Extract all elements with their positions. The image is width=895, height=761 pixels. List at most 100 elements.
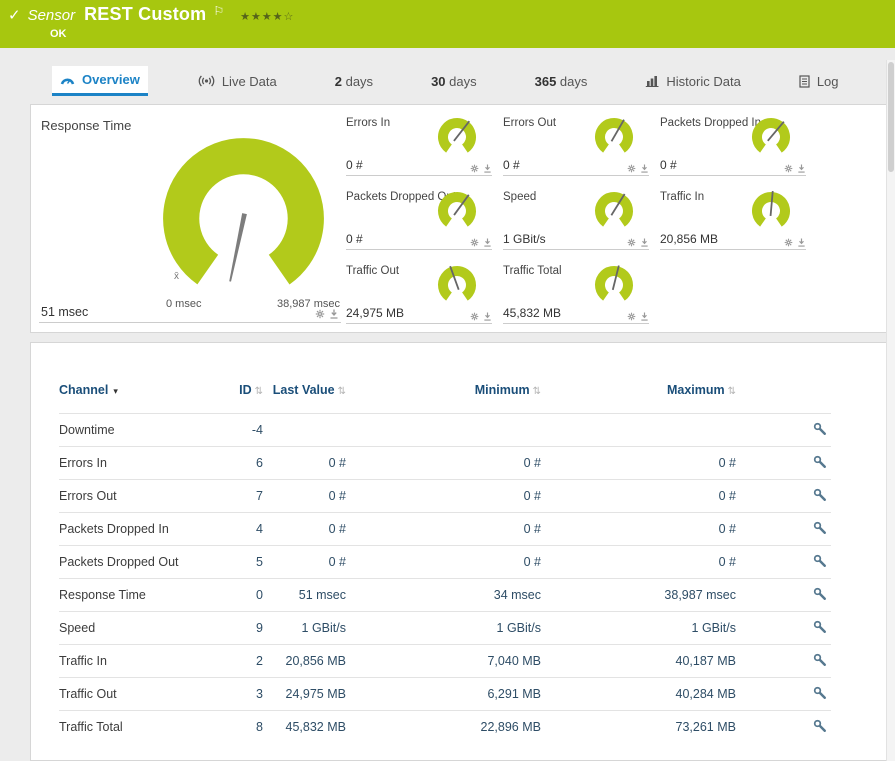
gear-icon[interactable] bbox=[784, 164, 793, 173]
column-header-maximum[interactable]: Maximum⇅ bbox=[541, 383, 736, 414]
channel-name[interactable]: Traffic Out bbox=[59, 678, 209, 711]
channel-actions-cell[interactable] bbox=[736, 447, 831, 480]
channel-settings-icon[interactable] bbox=[813, 719, 827, 733]
column-header-channel[interactable]: Channel▾ bbox=[59, 383, 209, 414]
sort-icon[interactable]: ⇅ bbox=[728, 386, 736, 397]
download-icon[interactable] bbox=[797, 164, 806, 173]
channel-maximum: 0 # bbox=[541, 447, 736, 480]
table-row[interactable]: Packets Dropped Out50 #0 #0 # bbox=[59, 546, 831, 579]
live-data-icon bbox=[198, 75, 215, 87]
column-header-minimum[interactable]: Minimum⇅ bbox=[346, 383, 541, 414]
sort-icon[interactable]: ⇅ bbox=[255, 386, 263, 397]
sort-icon[interactable]: ⇅ bbox=[338, 386, 346, 397]
channel-actions-cell[interactable] bbox=[736, 513, 831, 546]
gear-icon[interactable] bbox=[627, 164, 636, 173]
vertical-scrollbar[interactable] bbox=[886, 60, 895, 761]
channel-settings-icon[interactable] bbox=[813, 488, 827, 502]
channel-id: 0 bbox=[209, 579, 263, 612]
gauge-value: 45,832 MB bbox=[503, 306, 561, 320]
download-icon[interactable] bbox=[640, 164, 649, 173]
sort-icon[interactable]: ⇅ bbox=[533, 386, 541, 397]
tile-action-icons bbox=[470, 238, 492, 247]
tab-30-days[interactable]: 30 days bbox=[423, 66, 485, 96]
download-icon[interactable] bbox=[797, 238, 806, 247]
flag-icon[interactable]: ⚐ bbox=[213, 4, 224, 18]
channel-last-value: 20,856 MB bbox=[263, 645, 346, 678]
download-icon[interactable] bbox=[640, 238, 649, 247]
channel-settings-icon[interactable] bbox=[813, 554, 827, 568]
channel-name[interactable]: Traffic In bbox=[59, 645, 209, 678]
table-row[interactable]: Downtime-4 bbox=[59, 414, 831, 447]
channel-minimum: 22,896 MB bbox=[346, 711, 541, 744]
scrollbar-thumb[interactable] bbox=[888, 62, 894, 172]
gear-icon[interactable] bbox=[470, 312, 479, 321]
gear-icon[interactable] bbox=[470, 238, 479, 247]
table-row[interactable]: Response Time051 msec34 msec38,987 msec bbox=[59, 579, 831, 612]
tab-2-days[interactable]: 2 days bbox=[327, 66, 381, 96]
download-icon[interactable] bbox=[483, 164, 492, 173]
channel-actions-cell[interactable] bbox=[736, 678, 831, 711]
gauge bbox=[434, 262, 480, 313]
gear-icon[interactable] bbox=[784, 238, 793, 247]
table-row[interactable]: Errors Out70 #0 #0 # bbox=[59, 480, 831, 513]
gear-icon[interactable] bbox=[627, 312, 636, 321]
gear-icon[interactable] bbox=[315, 309, 325, 319]
tab-log[interactable]: Log bbox=[791, 66, 847, 96]
tab-historic-data[interactable]: Historic Data bbox=[637, 66, 748, 96]
channel-actions-cell[interactable] bbox=[736, 711, 831, 744]
channel-settings-icon[interactable] bbox=[813, 455, 827, 469]
channel-settings-icon[interactable] bbox=[813, 422, 827, 436]
gauge-min-label: 0 msec bbox=[166, 298, 201, 310]
channel-name[interactable]: Response Time bbox=[59, 579, 209, 612]
table-row[interactable]: Traffic Out324,975 MB6,291 MB40,284 MB bbox=[59, 678, 831, 711]
gauge-tile: Traffic Total45,832 MB bbox=[503, 259, 649, 324]
download-icon[interactable] bbox=[640, 312, 649, 321]
table-row[interactable]: Errors In60 #0 #0 # bbox=[59, 447, 831, 480]
channel-settings-icon[interactable] bbox=[813, 587, 827, 601]
channel-maximum: 1 GBit/s bbox=[541, 612, 736, 645]
tab-live-data[interactable]: Live Data bbox=[190, 66, 285, 96]
channel-filter-dropdown-icon[interactable]: ▾ bbox=[113, 386, 118, 396]
column-header-id[interactable]: ID⇅ bbox=[209, 383, 263, 414]
historic-data-icon bbox=[645, 75, 659, 87]
table-row[interactable]: Packets Dropped In40 #0 #0 # bbox=[59, 513, 831, 546]
channel-actions-cell[interactable] bbox=[736, 546, 831, 579]
channel-name[interactable]: Errors Out bbox=[59, 480, 209, 513]
table-row[interactable]: Traffic Total845,832 MB22,896 MB73,261 M… bbox=[59, 711, 831, 744]
download-icon[interactable] bbox=[483, 312, 492, 321]
channel-actions-cell[interactable] bbox=[736, 645, 831, 678]
gear-icon[interactable] bbox=[470, 164, 479, 173]
channel-minimum: 0 # bbox=[346, 480, 541, 513]
channel-name[interactable]: Downtime bbox=[59, 414, 209, 447]
table-row[interactable]: Speed91 GBit/s1 GBit/s1 GBit/s bbox=[59, 612, 831, 645]
channel-actions-cell[interactable] bbox=[736, 480, 831, 513]
tab-365-days[interactable]: 365 days bbox=[527, 66, 596, 96]
channel-settings-icon[interactable] bbox=[813, 653, 827, 667]
channel-maximum: 0 # bbox=[541, 480, 736, 513]
status-ok-check-icon: ✓ bbox=[8, 6, 21, 24]
tab-overview[interactable]: Overview bbox=[52, 66, 148, 96]
channel-actions-cell[interactable] bbox=[736, 612, 831, 645]
column-header-last-value[interactable]: Last Value⇅ bbox=[263, 383, 346, 414]
table-row[interactable]: Traffic In220,856 MB7,040 MB40,187 MB bbox=[59, 645, 831, 678]
channel-settings-icon[interactable] bbox=[813, 521, 827, 535]
channel-name[interactable]: Packets Dropped In bbox=[59, 513, 209, 546]
gauge-dial bbox=[146, 121, 341, 316]
channel-settings-icon[interactable] bbox=[813, 620, 827, 634]
channel-name[interactable]: Speed bbox=[59, 612, 209, 645]
channel-name[interactable]: Traffic Total bbox=[59, 711, 209, 744]
channel-actions-cell[interactable] bbox=[736, 414, 831, 447]
gauge-scale-labels: 0 msec 38,987 msec bbox=[166, 298, 340, 310]
channel-minimum: 1 GBit/s bbox=[346, 612, 541, 645]
channel-name[interactable]: Errors In bbox=[59, 447, 209, 480]
channel-maximum: 73,261 MB bbox=[541, 711, 736, 744]
channel-settings-icon[interactable] bbox=[813, 686, 827, 700]
channel-actions-cell[interactable] bbox=[736, 579, 831, 612]
channel-name[interactable]: Packets Dropped Out bbox=[59, 546, 209, 579]
gear-icon[interactable] bbox=[627, 238, 636, 247]
priority-stars[interactable]: ★★★★☆ bbox=[240, 10, 294, 23]
download-icon[interactable] bbox=[483, 238, 492, 247]
download-icon[interactable] bbox=[329, 309, 339, 319]
gauge-dial bbox=[434, 114, 480, 160]
tile-action-icons bbox=[784, 164, 806, 173]
